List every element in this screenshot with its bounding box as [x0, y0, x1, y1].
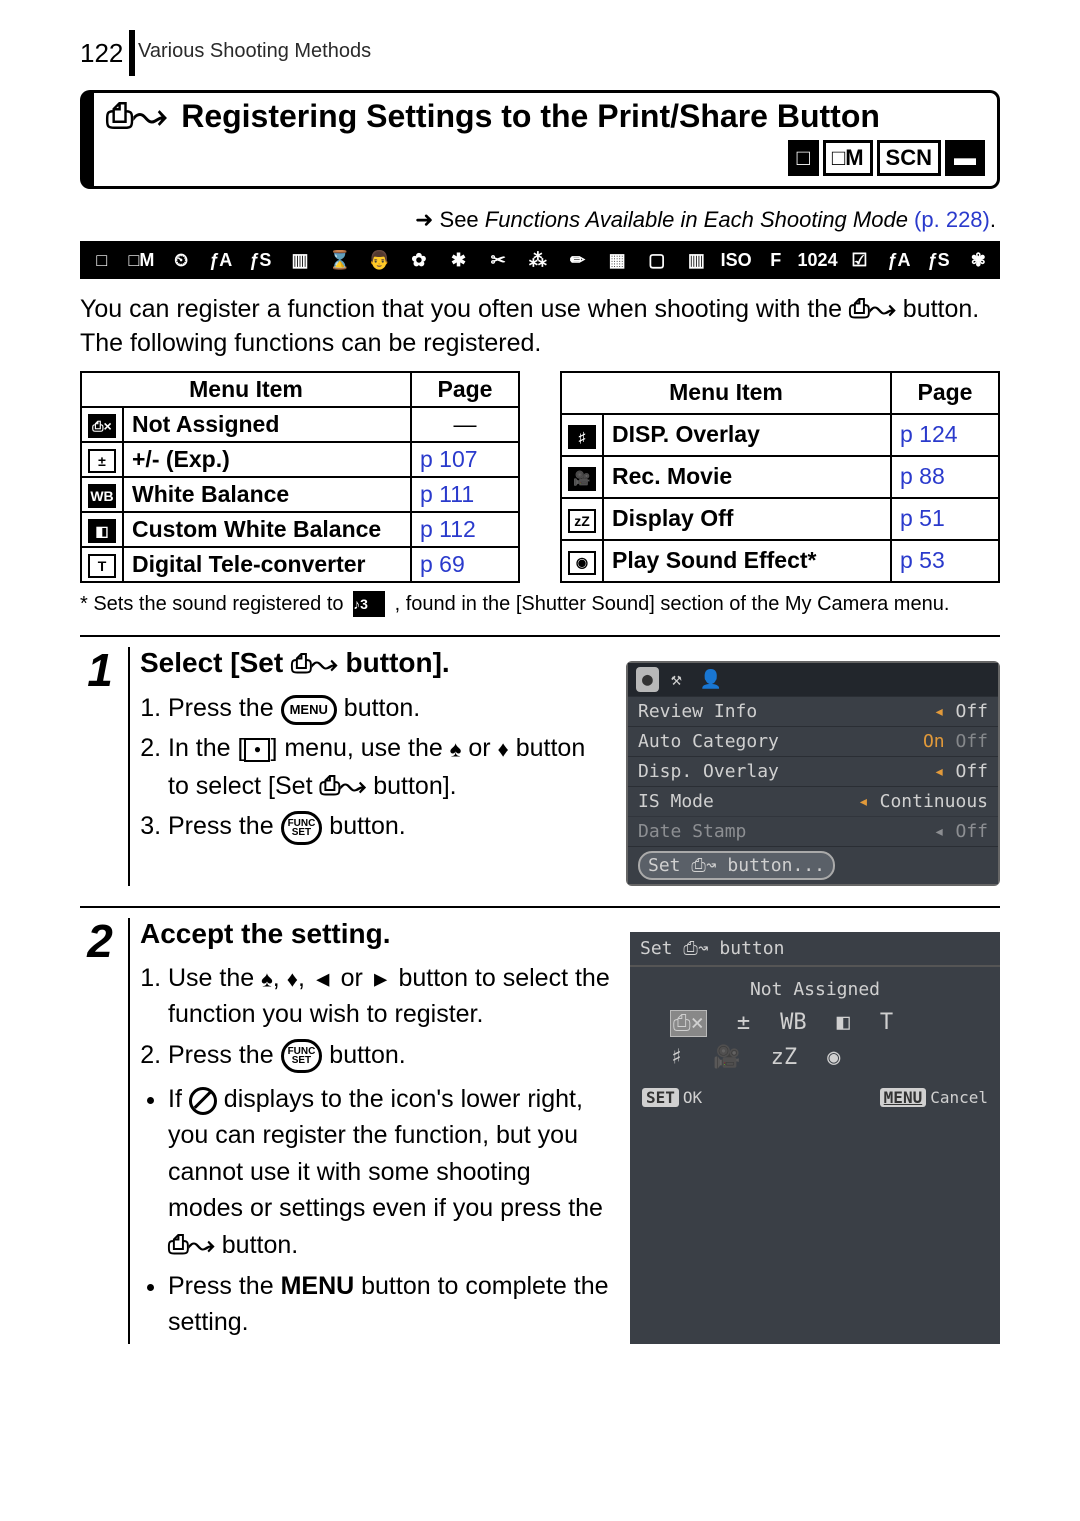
- func-set-button-icon: FUNCSET: [281, 1039, 323, 1073]
- table-row: zZDisplay Offp 51: [561, 498, 999, 540]
- shooting-mode-icon-strip: □□M⏲ƒAƒS▥⌛👨✿✱✂⁂✏▦▢▥ISOF1024☑ƒAƒS✾: [80, 241, 1000, 279]
- mode-indicator: SCN: [877, 140, 941, 176]
- sound-effect-icon: ◉: [568, 551, 596, 575]
- section-header: ⎙↝ Registering Settings to the Print/Sha…: [80, 90, 1000, 189]
- footnote: * Sets the sound registered to ♪3 , foun…: [80, 591, 1000, 618]
- functions-table-right: Menu Item Page ♯DISP. Overlayp 124 🎥Rec.…: [560, 371, 1000, 583]
- disp-overlay-icon: ♯: [568, 425, 596, 449]
- step-number: 2: [80, 918, 130, 1344]
- up-arrow-icon: ♠: [450, 737, 462, 762]
- table-row: ⎙×Not Assigned—: [81, 407, 519, 442]
- display-off-icon: zZ: [568, 509, 596, 533]
- mycamera-tab-icon: 👤: [694, 667, 728, 692]
- list-item: Press the MENU button to complete the se…: [168, 1268, 612, 1341]
- step-1: 1 Select [Set ⎙↝ button]. Press the MENU…: [80, 635, 1000, 906]
- table-row: 🎥Rec. Moviep 88: [561, 456, 999, 498]
- custom-wb-icon: ◧: [88, 519, 116, 543]
- list-item: If displays to the icon's lower right, y…: [168, 1081, 612, 1264]
- table-row: ±+/- (Exp.)p 107: [81, 442, 519, 477]
- table-row: WBWhite Balancep 111: [81, 477, 519, 512]
- page-number: 122: [80, 38, 123, 69]
- not-assigned-icon: ⎙×: [88, 414, 116, 438]
- movie-icon: 🎥: [568, 467, 596, 491]
- list-item: Use the ♠, ♦, ◄ or ► button to select th…: [168, 960, 612, 1033]
- section-title: Registering Settings to the Print/Share …: [181, 98, 880, 135]
- step-number: 1: [80, 647, 130, 886]
- table-row: ♯DISP. Overlayp 124: [561, 414, 999, 456]
- table-row: TDigital Tele-converterp 69: [81, 547, 519, 582]
- see-reference: ➜ See Functions Available in Each Shooti…: [80, 207, 996, 233]
- func-set-button-icon: FUNCSET: [281, 811, 323, 845]
- highlighted-menu-item: Set ⎙↝ button...: [638, 851, 835, 880]
- mode-indicator: □M: [823, 140, 873, 176]
- up-arrow-icon: ♠: [261, 967, 273, 992]
- intro-paragraph: You can register a function that you oft…: [80, 291, 1000, 361]
- step-title: Select [Set ⎙↝ button].: [140, 647, 608, 680]
- wb-icon: WB: [780, 1010, 807, 1037]
- list-item: Press the FUNCSET button.: [168, 1037, 612, 1073]
- list-item: In the [●] menu, use the ♠ or ♦ button t…: [168, 730, 608, 804]
- menu-button-icon: MENU: [281, 695, 337, 725]
- mode-indicator: □: [788, 140, 819, 176]
- teleconverter-icon: T: [880, 1010, 893, 1037]
- list-item: Press the FUNCSET button.: [168, 808, 608, 844]
- shutter-sound-icon: ♪3: [353, 591, 385, 617]
- camera-tab-icon: ●: [244, 738, 270, 762]
- print-share-icon: ⎙↝: [291, 648, 338, 678]
- wb-icon: WB: [88, 484, 116, 508]
- header-section-title: Various Shooting Methods: [138, 40, 371, 63]
- camera-tab-icon: ●: [636, 667, 659, 692]
- movie-icon: 🎥: [713, 1045, 740, 1070]
- step-title: Accept the setting.: [140, 918, 612, 950]
- not-assigned-icon: ⎙×: [670, 1010, 707, 1037]
- custom-wb-icon: ◧: [837, 1010, 850, 1037]
- lcd-screenshot-1: ● ⚒ 👤 Review Info◂ Off Auto CategoryOn O…: [626, 661, 1000, 886]
- prohibit-icon: [189, 1087, 217, 1115]
- print-share-icon: ⎙↝: [319, 770, 366, 800]
- menu-cancel-button: MENUCancel: [880, 1088, 988, 1107]
- print-share-icon: ⎙↝: [168, 1229, 215, 1259]
- down-arrow-icon: ♦: [498, 737, 509, 762]
- table-row: ◧Custom White Balancep 112: [81, 512, 519, 547]
- teleconverter-icon: T: [88, 554, 116, 578]
- step-2: 2 Accept the setting. Use the ♠, ♦, ◄ or…: [80, 906, 1000, 1364]
- lcd-screenshot-2: Set ⎙↝ button Not Assigned ⎙× ± WB ◧ T ♯…: [630, 932, 1000, 1344]
- display-off-icon: zZ: [771, 1045, 798, 1070]
- left-arrow-icon: ◄: [312, 967, 334, 992]
- list-item: Press the MENU button.: [168, 690, 608, 726]
- sound-effect-icon: ◉: [827, 1045, 840, 1070]
- print-share-icon: ⎙↝: [106, 97, 167, 136]
- disp-overlay-icon: ♯: [670, 1045, 683, 1070]
- down-arrow-icon: ♦: [287, 967, 298, 992]
- table-row: ◉Play Sound Effect*p 53: [561, 540, 999, 582]
- functions-table-left: Menu Item Page ⎙×Not Assigned— ±+/- (Exp…: [80, 371, 520, 583]
- tools-tab-icon: ⚒: [665, 667, 688, 692]
- exposure-icon: ±: [737, 1010, 750, 1037]
- mode-indicator: ▬: [945, 140, 985, 176]
- set-ok-button: SETOK: [642, 1088, 702, 1107]
- exposure-icon: ±: [88, 449, 116, 473]
- right-arrow-icon: ►: [370, 967, 392, 992]
- print-share-icon: ⎙↝: [849, 293, 896, 323]
